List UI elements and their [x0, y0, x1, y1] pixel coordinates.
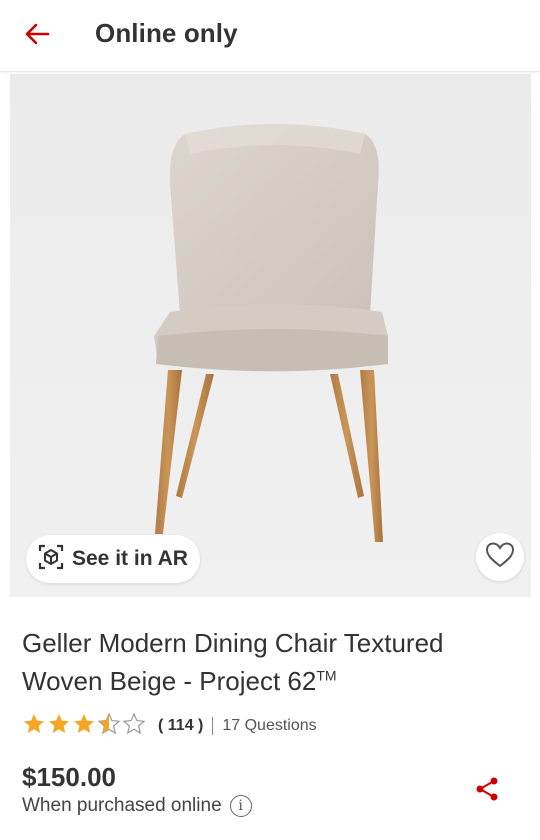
ar-label: See it in AR	[72, 547, 188, 570]
heart-outline-icon	[485, 541, 515, 574]
share-icon	[475, 776, 499, 807]
back-button[interactable]	[18, 18, 56, 54]
chair-image	[10, 74, 531, 597]
star-rating[interactable]	[22, 712, 146, 741]
star-full-icon	[72, 712, 96, 741]
purchase-note: When purchased online i	[22, 794, 252, 818]
product-image[interactable]: See it in AR	[10, 74, 531, 597]
trademark-mark: TM	[316, 667, 337, 684]
star-half-icon	[97, 712, 121, 741]
star-full-icon	[22, 712, 46, 741]
favorite-button[interactable]	[476, 533, 524, 581]
price: $150.00	[22, 762, 116, 792]
star-full-icon	[47, 712, 71, 741]
info-icon[interactable]: i	[229, 795, 252, 817]
divider	[212, 717, 214, 735]
share-button[interactable]	[472, 776, 502, 806]
product-title-text: Geller Modern Dining Chair Textured Wove…	[22, 628, 444, 696]
ar-cube-icon	[38, 544, 64, 575]
review-count-link[interactable]: ( 114 )	[158, 717, 203, 735]
see-in-ar-button[interactable]: See it in AR	[26, 535, 200, 583]
purchase-note-text: When purchased online	[22, 795, 222, 816]
arrow-left-icon	[24, 23, 50, 50]
questions-link[interactable]: 17 Questions	[222, 717, 316, 735]
rating-row: ( 114 ) 17 Questions	[22, 712, 317, 741]
star-empty-icon	[122, 712, 146, 741]
product-title: Geller Modern Dining Chair Textured Wove…	[22, 624, 522, 700]
top-bar: Online only	[0, 0, 540, 72]
page-title: Online only	[95, 18, 238, 48]
